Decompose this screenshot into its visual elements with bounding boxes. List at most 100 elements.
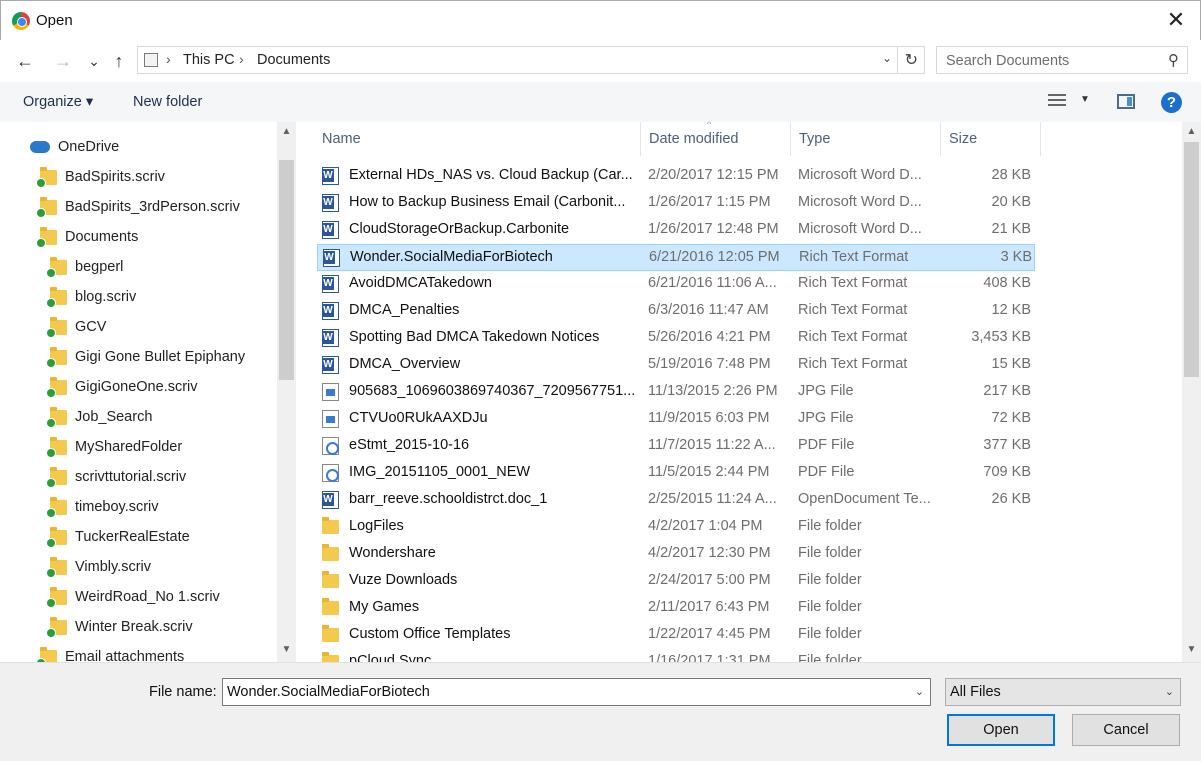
file-name: DMCA_Overview [349,356,461,372]
file-row[interactable]: Wondershare 4/2/2017 12:30 PM File folder [317,541,1035,568]
recent-locations-chevron-icon[interactable]: ⌄ [83,50,105,72]
file-row[interactable]: LogFiles 4/2/2017 1:04 PM File folder [317,514,1035,541]
sidebar-item[interactable]: Job_Search [46,402,153,432]
sidebar-item[interactable]: blog.scriv [46,282,136,312]
new-folder-button[interactable]: New folder [133,94,202,110]
sidebar-item[interactable]: Email attachments [36,642,184,662]
help-icon[interactable]: ? [1161,92,1182,113]
file-row[interactable]: AvoidDMCATakedown 6/21/2016 11:06 A... Ric… [317,271,1035,298]
file-name: IMG_20151105_0001_NEW [349,464,531,480]
sidebar-item[interactable]: GigiGoneOne.scriv [46,372,198,402]
file-row[interactable]: Custom Office Templates 1/22/2017 4:45 PM… [317,622,1035,649]
scroll-up-arrow-icon[interactable]: ▲ [277,126,296,137]
sidebar-item[interactable]: OneDrive [30,132,119,162]
breadcrumb-documents[interactable]: Documents [257,52,330,68]
breadcrumb-this-pc[interactable]: This PC [183,52,235,68]
scrollbar-thumb[interactable] [1184,142,1199,377]
file-row[interactable]: DMCA_Overview 5/19/2016 7:48 PM Rich Text … [317,352,1035,379]
scroll-down-arrow-icon[interactable]: ▼ [1182,644,1201,655]
word-doc-icon [322,167,339,185]
synced-folder-icon [46,496,67,518]
sync-status-icon [46,327,56,338]
sidebar-item[interactable]: MySharedFolder [46,432,182,462]
file-row[interactable]: IMG_20151105_0001_NEW 11/5/2015 2:44 PM PD… [317,460,1035,487]
sidebar-item[interactable]: begperl [46,252,123,282]
file-row[interactable]: Vuze Downloads 2/24/2017 5:00 PM File fold… [317,568,1035,595]
file-type: File folder [798,599,862,615]
file-name-dropdown-chevron-icon[interactable]: ⌄ [915,685,924,698]
scroll-up-arrow-icon[interactable]: ▲ [1182,126,1201,137]
address-bar[interactable]: › This PC › Documents ⌄ ↻ [137,46,925,74]
file-name: CTVUo0RUkAAXDJu [349,410,488,426]
scroll-down-arrow-icon[interactable]: ▼ [277,644,296,655]
file-row[interactable]: eStmt_2015-10-16 11/7/2015 11:22 A... PDF … [317,433,1035,460]
sidebar-item[interactable]: Documents [36,222,138,252]
file-row[interactable]: External HDs_NAS vs. Cloud Backup (Car..… [317,163,1035,190]
preview-pane-icon[interactable] [1117,94,1135,109]
filter-dropdown-chevron-icon[interactable]: ⌄ [1165,685,1174,698]
address-divider [897,47,898,73]
back-arrow-icon[interactable]: ← [14,50,36,72]
file-row-selected[interactable]: Wonder.SocialMediaForBiotech 6/21/2016 12… [317,244,1035,271]
command-toolbar: Organize ▾ New folder ▼ ? [0,82,1201,122]
file-name-input[interactable]: Wonder.SocialMediaForBiotech ⌄ [222,678,931,706]
synced-folder-icon [46,346,67,368]
file-row[interactable]: Spotting Bad DMCA Takedown Notices 5/26/2… [317,325,1035,352]
file-name: Wondershare [349,545,436,561]
search-icon[interactable]: ⚲ [1168,51,1179,69]
file-row[interactable]: How to Backup Business Email (Carbonit..… [317,190,1035,217]
file-row[interactable]: My Games 2/11/2017 6:43 PM File folder [317,595,1035,622]
change-view-icon[interactable] [1048,94,1066,110]
scrollbar-thumb[interactable] [279,160,294,380]
sidebar-item[interactable]: Vimbly.scriv [46,552,151,582]
sidebar-item[interactable]: WeirdRoad_No 1.scriv [46,582,220,612]
sidebar-item-label: Job_Search [75,409,153,425]
column-header-name[interactable]: Name [314,122,641,156]
file-row[interactable]: barr_reeve.schooldistrct.doc_1 2/25/2015 … [317,487,1035,514]
view-options-chevron-icon[interactable]: ▼ [1080,94,1090,105]
navigation-pane-scrollbar[interactable]: ▲ ▼ [277,122,296,662]
sidebar-item-label: WeirdRoad_No 1.scriv [75,589,220,605]
file-type-filter-value[interactable]: All Files [950,684,1001,700]
sidebar-item[interactable]: TuckerRealEstate [46,522,190,552]
sidebar-item[interactable]: GCV [46,312,106,342]
file-row[interactable]: CTVUo0RUkAAXDJu 11/9/2015 6:03 PM JPG File… [317,406,1035,433]
file-date-modified: 2/20/2017 12:15 PM [648,167,779,183]
up-arrow-icon[interactable]: ↑ [108,50,130,72]
breadcrumb-chevron-icon[interactable]: › [166,51,171,67]
file-row[interactable]: pCloud Sync 1/16/2017 1:31 PM File folder [317,649,1035,662]
word-doc-icon [322,329,339,347]
file-name: Custom Office Templates [349,626,511,642]
search-input[interactable]: Search Documents ⚲ [936,46,1188,74]
sidebar-item-label: Gigi Gone Bullet Epiphany [75,349,246,365]
cancel-button[interactable]: Cancel [1072,714,1180,746]
column-header-date[interactable]: Date modified [641,122,791,156]
sync-status-icon [36,237,46,248]
sidebar-item[interactable]: BadSpirits_3rdPerson.scriv [36,192,240,222]
file-list-scrollbar[interactable]: ▲ ▼ [1182,122,1201,662]
file-name-value[interactable]: Wonder.SocialMediaForBiotech [227,684,430,700]
refresh-icon[interactable]: ↻ [905,50,918,70]
file-row[interactable]: DMCA_Penalties 6/3/2016 11:47 AM Rich Text… [317,298,1035,325]
sidebar-item[interactable]: timeboy.scriv [46,492,159,522]
synced-folder-icon [46,526,67,548]
sidebar-item[interactable]: Gigi Gone Bullet Epiphany [46,342,246,372]
file-row[interactable]: 905683_1069603869740367_7209567751... 11/… [317,379,1035,406]
close-button[interactable]: ✕ [1162,7,1190,35]
file-name: My Games [349,599,420,615]
file-date-modified: 1/26/2017 12:48 PM [648,221,779,237]
column-header-size[interactable]: Size [941,122,1041,156]
file-type-filter-select[interactable]: All Files ⌄ [945,678,1181,706]
file-row[interactable]: CloudStorageOrBackup.Carbonite 1/26/2017 … [317,217,1035,244]
file-date-modified: 5/19/2016 7:48 PM [648,356,771,372]
open-button[interactable]: Open [947,714,1055,746]
forward-arrow-icon[interactable]: → [52,50,74,72]
breadcrumb-chevron-icon[interactable]: › [239,51,244,67]
file-date-modified: 5/26/2016 4:21 PM [648,329,771,345]
sidebar-item[interactable]: BadSpirits.scriv [36,162,165,192]
sidebar-item[interactable]: Winter Break.scriv [46,612,193,642]
address-dropdown-chevron-icon[interactable]: ⌄ [882,51,892,65]
sidebar-item[interactable]: scrivttutorial.scriv [46,462,186,492]
column-header-type[interactable]: Type [791,122,941,156]
organize-button[interactable]: Organize ▾ [23,94,93,110]
